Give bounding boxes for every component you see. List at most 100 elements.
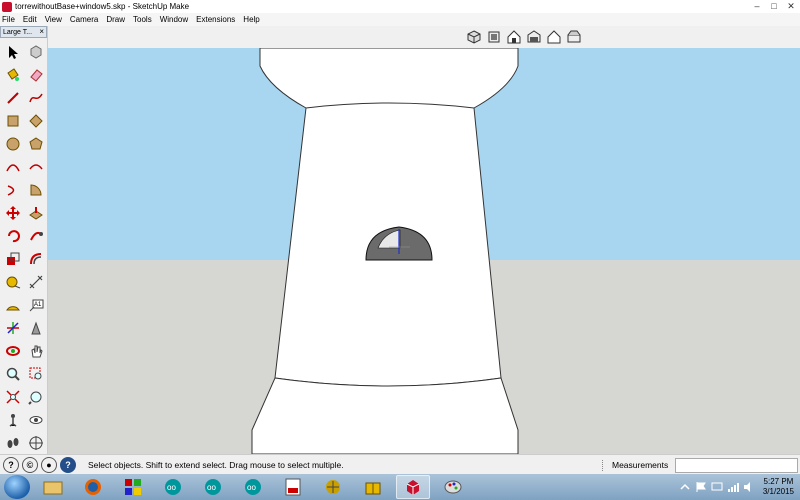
axes-tool-icon[interactable] bbox=[2, 317, 24, 339]
front-view-icon[interactable] bbox=[505, 28, 523, 46]
firefox-icon[interactable] bbox=[76, 475, 110, 499]
push-pull-icon[interactable] bbox=[25, 202, 47, 224]
network-icon[interactable] bbox=[727, 481, 739, 493]
look-around-icon[interactable] bbox=[25, 409, 47, 431]
three-point-arc-icon[interactable] bbox=[2, 179, 24, 201]
line-tool-icon[interactable] bbox=[2, 87, 24, 109]
network-app-icon[interactable] bbox=[316, 475, 350, 499]
section-plane-icon[interactable] bbox=[25, 432, 47, 454]
eraser-icon[interactable] bbox=[25, 64, 47, 86]
circle-tool-icon[interactable] bbox=[2, 133, 24, 155]
menu-extensions[interactable]: Extensions bbox=[196, 15, 235, 24]
rotate-tool-icon[interactable] bbox=[2, 225, 24, 247]
menu-camera[interactable]: Camera bbox=[70, 15, 98, 24]
views-toolbar bbox=[465, 28, 583, 48]
menu-window[interactable]: Window bbox=[160, 15, 188, 24]
paint-icon[interactable] bbox=[436, 475, 470, 499]
app-grid-icon[interactable] bbox=[116, 475, 150, 499]
offset-tool-icon[interactable] bbox=[25, 248, 47, 270]
scale-tool-icon[interactable] bbox=[2, 248, 24, 270]
menu-view[interactable]: View bbox=[45, 15, 62, 24]
palette-header[interactable]: Large T... × bbox=[0, 26, 47, 38]
status-grip bbox=[602, 460, 605, 471]
scene bbox=[48, 48, 800, 454]
close-button[interactable]: ✕ bbox=[784, 0, 798, 12]
menu-draw[interactable]: Draw bbox=[106, 15, 125, 24]
move-tool-icon[interactable] bbox=[2, 202, 24, 224]
zoom-tool-icon[interactable] bbox=[2, 363, 24, 385]
svg-text:oo: oo bbox=[167, 483, 176, 492]
pdf-reader-icon[interactable] bbox=[276, 475, 310, 499]
gift-app-icon[interactable] bbox=[356, 475, 390, 499]
walk-tool-icon[interactable] bbox=[2, 432, 24, 454]
windows-explorer-icon[interactable] bbox=[36, 475, 70, 499]
pan-tool-icon[interactable] bbox=[25, 340, 47, 362]
tower-top-flare bbox=[259, 48, 519, 109]
top-view-icon[interactable] bbox=[485, 28, 503, 46]
tray-arrow-icon[interactable] bbox=[679, 481, 691, 493]
zoom-window-icon[interactable] bbox=[25, 363, 47, 385]
clock-date: 3/1/2015 bbox=[762, 487, 794, 496]
left-view-icon[interactable] bbox=[565, 28, 583, 46]
minimize-button[interactable]: – bbox=[750, 0, 764, 12]
iso-view-icon[interactable] bbox=[465, 28, 483, 46]
menu-bar: File Edit View Camera Draw Tools Window … bbox=[0, 13, 800, 26]
orbit-tool-icon[interactable] bbox=[2, 340, 24, 362]
tower-base-flare bbox=[251, 377, 519, 454]
dimension-tool-icon[interactable] bbox=[25, 271, 47, 293]
zoom-extents-icon[interactable] bbox=[2, 386, 24, 408]
monitor-icon[interactable] bbox=[711, 481, 723, 493]
follow-me-icon[interactable] bbox=[25, 225, 47, 247]
flag-icon[interactable] bbox=[695, 481, 707, 493]
freehand-icon[interactable] bbox=[25, 87, 47, 109]
3d-text-icon[interactable] bbox=[25, 317, 47, 339]
svg-text:oo: oo bbox=[207, 483, 216, 492]
user-icon[interactable]: ● bbox=[41, 456, 57, 473]
rotated-rectangle-icon[interactable] bbox=[25, 110, 47, 132]
text-tool-icon[interactable]: A1 bbox=[25, 294, 47, 316]
make-component-icon[interactable] bbox=[25, 41, 47, 63]
protractor-icon[interactable] bbox=[2, 294, 24, 316]
back-view-icon[interactable] bbox=[545, 28, 563, 46]
maximize-button[interactable]: □ bbox=[767, 0, 781, 12]
tape-measure-icon[interactable] bbox=[2, 271, 24, 293]
geolocation-icon[interactable]: ? bbox=[3, 456, 19, 473]
credits-icon[interactable]: © bbox=[22, 456, 38, 473]
arduino-icon[interactable]: oo bbox=[196, 475, 230, 499]
palette-close-button[interactable]: × bbox=[39, 27, 44, 36]
start-button[interactable] bbox=[4, 475, 30, 499]
two-point-arc-icon[interactable] bbox=[25, 156, 47, 178]
pie-tool-icon[interactable] bbox=[25, 179, 47, 201]
arduino-icon[interactable]: oo bbox=[156, 475, 190, 499]
measurements-input[interactable] bbox=[675, 458, 798, 473]
position-camera-icon[interactable] bbox=[2, 409, 24, 431]
paint-bucket-icon[interactable] bbox=[2, 64, 24, 86]
modeling-viewport[interactable] bbox=[48, 48, 800, 454]
rectangle-tool-icon[interactable] bbox=[2, 110, 24, 132]
menu-file[interactable]: File bbox=[2, 15, 15, 24]
volume-icon[interactable] bbox=[743, 481, 755, 493]
arc-tool-icon[interactable] bbox=[2, 156, 24, 178]
right-view-icon[interactable] bbox=[525, 28, 543, 46]
menu-tools[interactable]: Tools bbox=[133, 15, 152, 24]
window-title: torrewithoutBase+window5.skp - SketchUp … bbox=[15, 2, 190, 11]
select-tool-icon[interactable] bbox=[2, 41, 24, 63]
menu-edit[interactable]: Edit bbox=[23, 15, 37, 24]
svg-text:A1: A1 bbox=[34, 302, 42, 308]
status-bar: ? © ● ? Select objects. Shift to extend … bbox=[0, 454, 800, 474]
help-icon[interactable]: ? bbox=[60, 456, 76, 473]
polygon-tool-icon[interactable] bbox=[25, 133, 47, 155]
palette-title: Large T... bbox=[3, 28, 33, 36]
measurements-label: Measurements bbox=[612, 459, 669, 470]
svg-text:oo: oo bbox=[247, 483, 256, 492]
status-message: Select objects. Shift to extend select. … bbox=[88, 459, 344, 470]
taskbar: oo oo oo 5:27 PM 3/1/2015 bbox=[0, 474, 800, 500]
clock[interactable]: 5:27 PM 3/1/2015 bbox=[763, 477, 794, 497]
title-bar: torrewithoutBase+window5.skp - SketchUp … bbox=[0, 0, 800, 13]
sketchup-logo-icon bbox=[2, 1, 12, 12]
previous-view-icon[interactable] bbox=[25, 386, 47, 408]
arduino-icon[interactable]: oo bbox=[236, 475, 270, 499]
sketchup-taskbar-icon[interactable] bbox=[396, 475, 430, 499]
clock-time: 5:27 PM bbox=[763, 477, 794, 486]
menu-help[interactable]: Help bbox=[243, 15, 259, 24]
